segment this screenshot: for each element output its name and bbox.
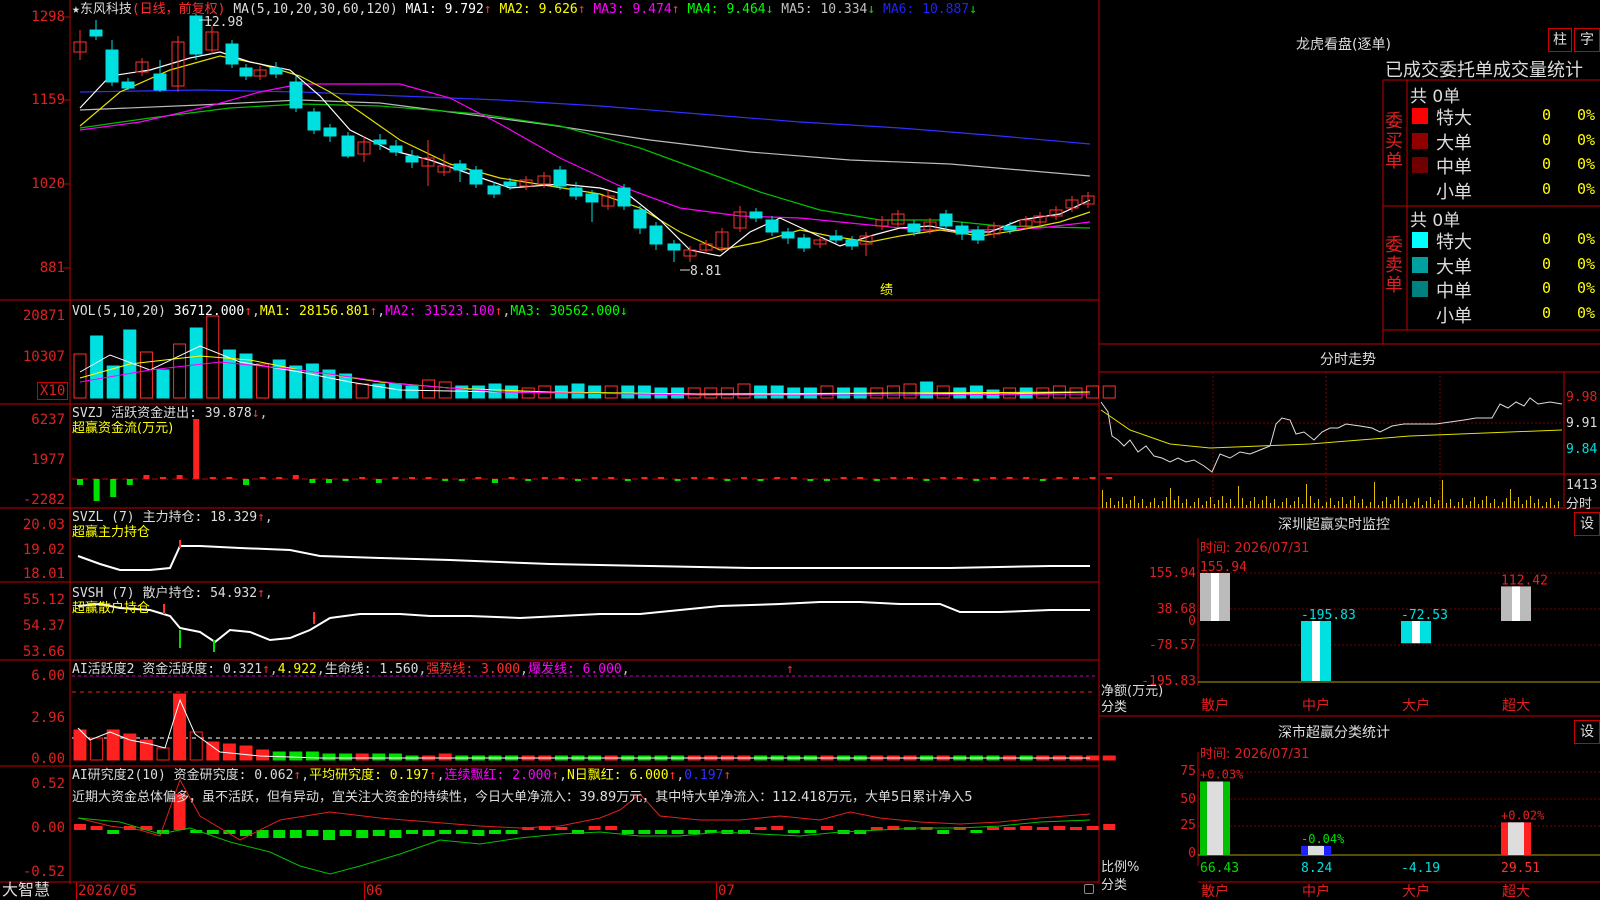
share-bar-highlight (1207, 781, 1223, 855)
share-bar-highlight (1508, 822, 1524, 855)
share-bar-highlight (1308, 845, 1324, 855)
bar-category-label: 散户 (1201, 883, 1229, 900)
bar-category-label: 大户 (1402, 883, 1430, 900)
classify-axis-label: 分类 (1101, 878, 1128, 893)
share-value-label: 66.43 (1200, 861, 1239, 876)
share-change-label: +0.03% (1200, 767, 1244, 781)
share-change-label: -0.04% (1301, 832, 1345, 846)
classify-axis-label: 比例% (1101, 860, 1140, 875)
classify-bar-chart: +0.03% 66.43 散户 -0.04% 8.24 中户 -4.19 大户 +0.02% 29… (1200, 767, 1545, 900)
share-value-label: -4.19 (1401, 861, 1440, 876)
bar-category-label: 超大 (1502, 884, 1530, 900)
share-value-label: 29.51 (1501, 861, 1540, 876)
share-value-label: 8.24 (1301, 861, 1332, 876)
share-change-label: +0.02% (1501, 808, 1545, 822)
bar-category-label: 中户 (1302, 883, 1330, 900)
